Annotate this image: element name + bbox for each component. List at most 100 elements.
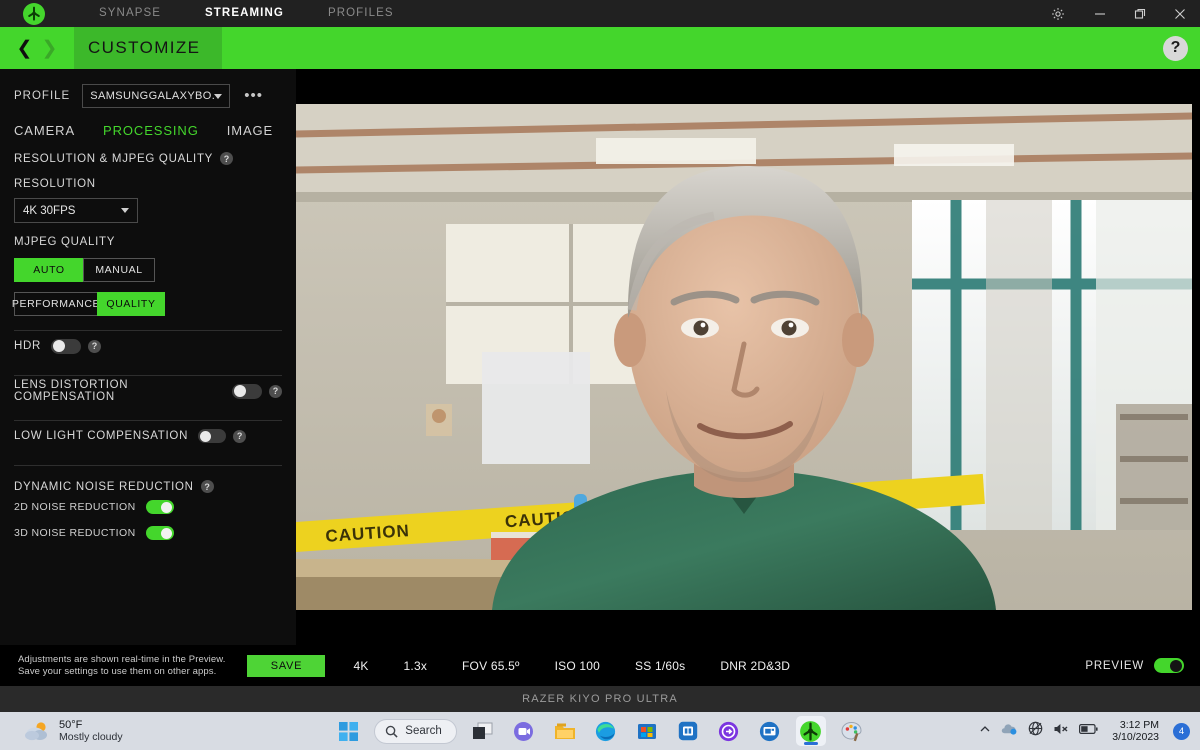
hdr-label: HDR bbox=[14, 340, 41, 352]
noise-2d-toggle[interactable] bbox=[146, 500, 174, 514]
help-icon-lens-distortion[interactable]: ? bbox=[269, 385, 282, 398]
onedrive-icon[interactable] bbox=[1001, 722, 1018, 740]
resolution-section-header: RESOLUTION & MJPEG QUALITY ? bbox=[14, 152, 282, 165]
resolution-select-value: 4K 30FPS bbox=[23, 205, 75, 217]
system-tray: 3:12 PM 3/10/2023 4 bbox=[979, 719, 1190, 744]
preview-toggle[interactable] bbox=[1154, 658, 1184, 673]
stat-resolution: 4K bbox=[353, 659, 368, 673]
camera-preview[interactable]: CAUTION CAUTION CAUTION bbox=[296, 104, 1192, 610]
paint-icon[interactable] bbox=[837, 716, 867, 746]
edge-icon[interactable] bbox=[591, 716, 621, 746]
minimize-icon[interactable] bbox=[1080, 0, 1120, 27]
quality-mode-quality[interactable]: QUALITY bbox=[97, 292, 165, 316]
lens-distortion-label: LENS DISTORTION COMPENSATION bbox=[14, 379, 222, 403]
low-light-label: LOW LIGHT COMPENSATION bbox=[14, 430, 188, 442]
razer-synapse-icon[interactable] bbox=[796, 716, 826, 746]
save-button[interactable]: SAVE bbox=[247, 655, 325, 677]
device-name: RAZER KIYO PRO ULTRA bbox=[522, 693, 678, 705]
volume-muted-icon[interactable] bbox=[1053, 722, 1069, 741]
weather-desc: Mostly cloudy bbox=[59, 731, 123, 743]
section-title: RESOLUTION & MJPEG QUALITY bbox=[14, 153, 213, 165]
tab-camera[interactable]: CAMERA bbox=[14, 123, 75, 138]
nav-tab-streaming[interactable]: STREAMING bbox=[183, 0, 306, 27]
help-icon-hdr[interactable]: ? bbox=[88, 340, 101, 353]
taskbar-clock[interactable]: 3:12 PM 3/10/2023 bbox=[1112, 719, 1159, 744]
app-blue-icon[interactable] bbox=[673, 716, 703, 746]
noise-3d-row: 3D NOISE REDUCTION bbox=[14, 521, 282, 545]
help-icon-low-light[interactable]: ? bbox=[233, 430, 246, 443]
clock-date: 3/10/2023 bbox=[1112, 731, 1159, 744]
mjpeg-quality-label: MJPEG QUALITY bbox=[14, 236, 282, 248]
file-explorer-icon[interactable] bbox=[550, 716, 580, 746]
save-hint-line1: Adjustments are shown real-time in the P… bbox=[18, 654, 225, 666]
preview-stage: CAUTION CAUTION CAUTION bbox=[296, 69, 1200, 645]
hdr-toggle[interactable] bbox=[51, 339, 81, 354]
camera-stats: 4K 1.3x FOV 65.5º ISO 100 SS 1/60s DNR 2… bbox=[353, 659, 825, 673]
save-hint-line2: Save your settings to use them on other … bbox=[18, 666, 225, 678]
profile-select-value: SAMSUNGGALAXYBO... bbox=[90, 90, 214, 102]
dnr-title: DYNAMIC NOISE REDUCTION bbox=[14, 481, 194, 493]
profile-more-button[interactable]: ••• bbox=[244, 91, 263, 101]
preview-toggle-group: PREVIEW bbox=[1085, 658, 1184, 673]
device-name-bar: RAZER KIYO PRO ULTRA bbox=[0, 686, 1200, 712]
network-icon[interactable] bbox=[1028, 721, 1043, 741]
restore-icon[interactable] bbox=[1120, 0, 1160, 27]
remote-desktop-icon[interactable] bbox=[755, 716, 785, 746]
weather-widget[interactable]: 50°F Mostly cloudy bbox=[24, 719, 123, 743]
clock-time: 3:12 PM bbox=[1112, 719, 1159, 732]
help-icon-dnr[interactable]: ? bbox=[201, 480, 214, 493]
window-controls bbox=[1036, 0, 1200, 27]
chevron-left-icon[interactable]: ❮ bbox=[17, 39, 33, 58]
stat-zoom: 1.3x bbox=[404, 659, 427, 673]
noise-3d-label: 3D NOISE REDUCTION bbox=[14, 527, 136, 539]
quality-mode-performance[interactable]: PERFORMANCE bbox=[14, 292, 98, 316]
dnr-section-header: DYNAMIC NOISE REDUCTION ? bbox=[14, 480, 282, 493]
divider-4 bbox=[14, 465, 282, 466]
razer-synapse-window: SYNAPSE STREAMING PROFILES ❮ ❯ CUSTOMI bbox=[0, 0, 1200, 712]
chevron-down-icon bbox=[214, 94, 222, 99]
stat-iso: ISO 100 bbox=[555, 659, 600, 673]
close-icon[interactable] bbox=[1160, 0, 1200, 27]
nav-tab-synapse[interactable]: SYNAPSE bbox=[77, 0, 183, 27]
settings-sidebar: PROFILE SAMSUNGGALAXYBO... ••• CAMERA PR… bbox=[0, 69, 296, 645]
app-purple-icon[interactable] bbox=[714, 716, 744, 746]
tab-image[interactable]: IMAGE bbox=[227, 123, 273, 138]
chat-icon[interactable] bbox=[509, 716, 539, 746]
help-icon-resolution[interactable]: ? bbox=[220, 152, 233, 165]
nav-tab-profiles[interactable]: PROFILES bbox=[306, 0, 416, 27]
microsoft-store-icon[interactable] bbox=[632, 716, 662, 746]
profile-select[interactable]: SAMSUNGGALAXYBO... bbox=[82, 84, 230, 108]
chevron-up-icon[interactable] bbox=[979, 722, 991, 740]
help-icon[interactable]: ? bbox=[1163, 36, 1188, 61]
windows-taskbar: 50°F Mostly cloudy Search bbox=[0, 712, 1200, 750]
lens-distortion-toggle[interactable] bbox=[232, 384, 262, 399]
noise-3d-toggle[interactable] bbox=[146, 526, 174, 540]
processing-panel: RESOLUTION & MJPEG QUALITY ? RESOLUTION … bbox=[0, 152, 296, 545]
hdr-row: HDR ? bbox=[14, 331, 282, 361]
chevron-right-icon[interactable]: ❯ bbox=[42, 39, 58, 58]
page-title: CUSTOMIZE bbox=[88, 38, 200, 58]
chevron-down-icon-resolution bbox=[121, 208, 129, 213]
title-bar: SYNAPSE STREAMING PROFILES bbox=[0, 0, 1200, 27]
low-light-toggle[interactable] bbox=[198, 429, 226, 443]
main-nav-tabs: SYNAPSE STREAMING PROFILES bbox=[77, 0, 416, 27]
notification-badge[interactable]: 4 bbox=[1173, 723, 1190, 740]
breadcrumb: CUSTOMIZE bbox=[74, 27, 222, 69]
battery-icon[interactable] bbox=[1079, 722, 1098, 740]
settings-tabs: CAMERA PROCESSING IMAGE bbox=[14, 123, 296, 138]
mjpeg-mode-manual[interactable]: MANUAL bbox=[83, 258, 155, 282]
stat-dnr: DNR 2D&3D bbox=[720, 659, 790, 673]
search-input[interactable]: Search bbox=[374, 719, 456, 744]
start-icon[interactable] bbox=[333, 716, 363, 746]
weather-icon bbox=[24, 720, 50, 742]
gear-icon[interactable] bbox=[1036, 0, 1080, 27]
stat-fov: FOV 65.5º bbox=[462, 659, 520, 673]
search-placeholder: Search bbox=[405, 725, 441, 737]
task-view-icon[interactable] bbox=[468, 716, 498, 746]
tab-processing[interactable]: PROCESSING bbox=[103, 123, 199, 138]
mjpeg-mode-auto[interactable]: AUTO bbox=[14, 258, 84, 282]
nav-arrows: ❮ ❯ bbox=[0, 27, 74, 69]
preview-label: PREVIEW bbox=[1085, 660, 1144, 672]
resolution-label: RESOLUTION bbox=[14, 178, 282, 190]
resolution-select[interactable]: 4K 30FPS bbox=[14, 198, 138, 223]
